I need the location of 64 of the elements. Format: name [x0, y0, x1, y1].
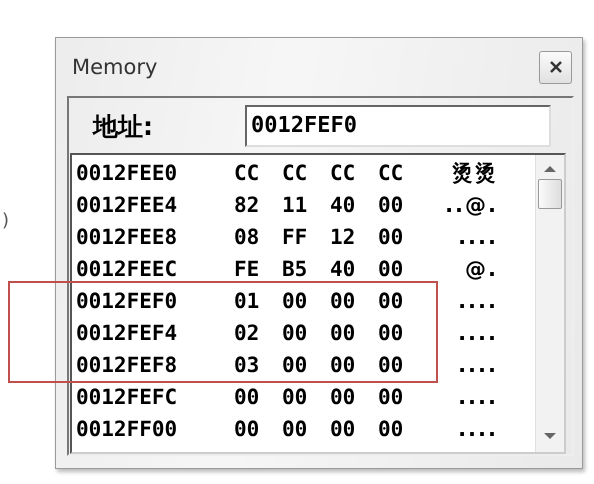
- address-field[interactable]: 0012FEF0: [245, 105, 551, 147]
- byte-cell-text: 00: [330, 353, 356, 377]
- byte-cell-text: 82: [234, 193, 260, 217]
- byte-cell-text: B5: [282, 257, 308, 281]
- address-label: 地址:: [93, 110, 154, 142]
- byte-cell-text: 00: [378, 289, 404, 313]
- address-cell-text: 0012FEF8: [75, 353, 178, 377]
- scroll-thumb[interactable]: [538, 179, 562, 209]
- scroll-up-icon[interactable]: [543, 165, 557, 173]
- byte-cell-text: CC: [330, 161, 356, 185]
- address-cell-text: 0012FEE8: [75, 225, 178, 249]
- byte-cell-text: 00: [282, 321, 308, 345]
- address-cell-text: 0012FEE4: [75, 193, 178, 217]
- byte-cell-text: 00: [378, 257, 404, 281]
- byte-cell-text: 00: [282, 417, 308, 441]
- byte-cell-text: 00: [378, 385, 404, 409]
- byte-cell-text: 00: [234, 385, 260, 409]
- parenthesis-text: ): [2, 210, 10, 231]
- byte-cell-text: 00: [282, 353, 308, 377]
- ascii-cell-text: ..@.: [444, 193, 498, 217]
- address-cell-text: 0012FEEC: [75, 257, 178, 281]
- byte-cell-text: 00: [234, 417, 260, 441]
- byte-cell-text: 00: [330, 385, 356, 409]
- byte-cell-text: 01: [234, 289, 260, 313]
- address-cell-text: 0012FEF4: [75, 321, 178, 345]
- byte-cell-text: 00: [378, 193, 404, 217]
- byte-cell-text: CC: [282, 161, 308, 185]
- byte-cell-text: FE: [234, 257, 260, 281]
- ascii-cell-text: ....: [457, 353, 498, 377]
- close-icon: [548, 61, 562, 73]
- byte-cell-text: 12: [330, 225, 356, 249]
- byte-cell-text: CC: [378, 161, 404, 185]
- byte-cell-text: 00: [378, 353, 404, 377]
- byte-cell-text: 00: [330, 289, 356, 313]
- window-title: Memory: [71, 55, 158, 79]
- close-button[interactable]: [539, 50, 572, 84]
- ascii-cell-text: @.: [464, 257, 498, 281]
- byte-cell-text: FF: [282, 225, 308, 249]
- ascii-cell-text: ....: [457, 417, 498, 441]
- byte-cell-text: 00: [378, 417, 404, 441]
- address-cell-text: 0012FEF0: [75, 289, 178, 313]
- scrollbar[interactable]: [535, 155, 564, 452]
- ascii-cell-text: 烫烫: [451, 160, 498, 187]
- byte-cell-text: 00: [282, 289, 308, 313]
- byte-cell-text: 02: [234, 321, 260, 345]
- byte-cell-text: 11: [282, 193, 308, 217]
- ascii-cell-text: ....: [457, 225, 498, 249]
- address-cell-text: 0012FEE0: [75, 161, 178, 185]
- byte-cell-text: 03: [234, 353, 260, 377]
- scroll-down-icon[interactable]: [543, 432, 557, 440]
- byte-cell-text: 00: [282, 385, 308, 409]
- byte-cell-text: 40: [330, 193, 356, 217]
- address-cell-text: 0012FEFC: [75, 385, 178, 409]
- byte-cell-text: CC: [234, 161, 260, 185]
- ascii-cell-text: ....: [457, 289, 498, 313]
- address-cell-text: 0012FF00: [75, 417, 178, 441]
- byte-cell-text: 00: [330, 321, 356, 345]
- byte-cell-text: 08: [234, 225, 260, 249]
- byte-cell-text: 00: [378, 225, 404, 249]
- byte-cell-text: 00: [330, 417, 356, 441]
- byte-cell-text: 00: [378, 321, 404, 345]
- ascii-cell-text: ....: [457, 385, 498, 409]
- ascii-cell-text: ....: [457, 321, 498, 345]
- byte-cell-text: 40: [330, 257, 356, 281]
